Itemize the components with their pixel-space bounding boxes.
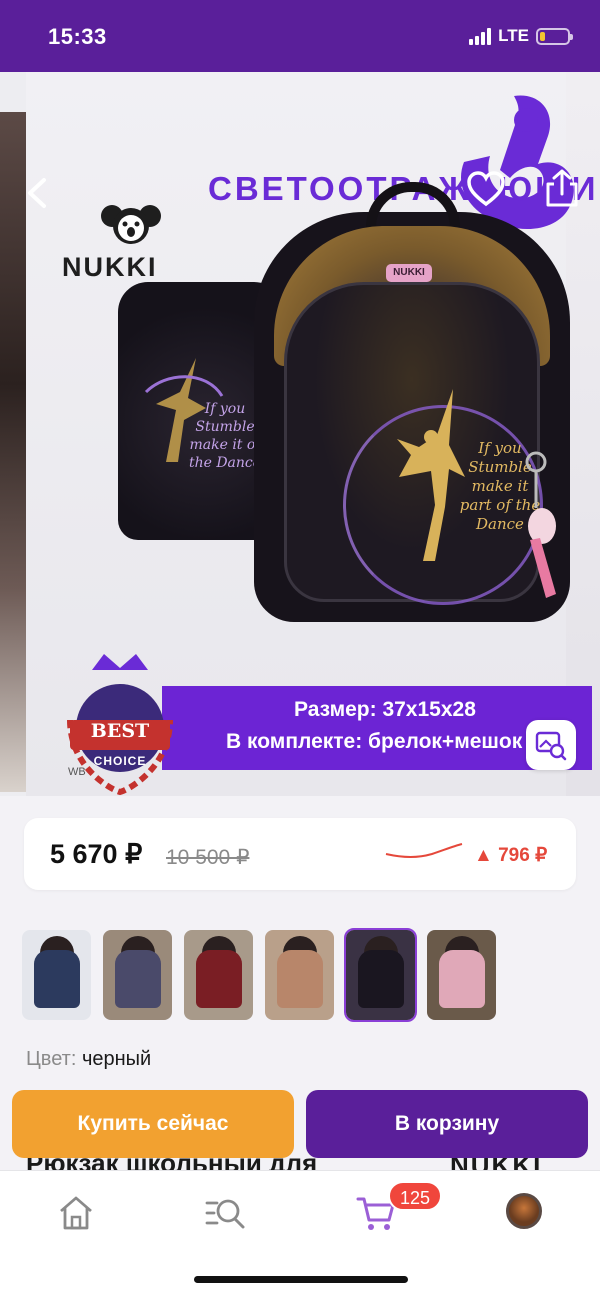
- thumbnail-backpack: [358, 950, 404, 1008]
- battery-level: [540, 31, 545, 41]
- status-bar: 15:33 LTE: [0, 0, 600, 72]
- backpack-tag: NUKKI: [386, 264, 432, 282]
- image-search-icon: [535, 731, 567, 761]
- thumbnail-backpack: [439, 950, 485, 1008]
- watermark: WB: [68, 766, 86, 778]
- thumbnail-6[interactable]: [427, 930, 496, 1020]
- thumbnail-4[interactable]: [265, 930, 334, 1020]
- thumbnail-strip: [22, 928, 496, 1022]
- product-image-carousel[interactable]: СВЕТООТРАЖАЮЩИЙ NUKKI If you Stumble mak…: [0, 72, 600, 796]
- price-trend-icon: [385, 843, 463, 858]
- home-indicator[interactable]: [194, 1276, 408, 1283]
- signal-icon: [469, 27, 492, 45]
- status-indicators: LTE: [469, 26, 573, 46]
- current-price: 5 670 ₽: [50, 839, 143, 869]
- profile-avatar: [506, 1193, 542, 1229]
- size-text: Размер: 37х15х28: [294, 698, 476, 721]
- best-label: BEST: [90, 720, 150, 742]
- color-label: Цвет:: [26, 1048, 77, 1070]
- keychain-icon: [525, 451, 556, 598]
- price-change: ▲ 796 ₽: [474, 845, 548, 866]
- kit-text: В комплекте: брелок+мешок: [226, 730, 523, 753]
- catalog-search-icon[interactable]: [205, 1193, 245, 1233]
- color-row: Цвет: черный: [26, 1048, 151, 1071]
- status-time: 15:33: [48, 24, 107, 49]
- brand-name: NUKKI: [62, 252, 158, 282]
- color-value: черный: [81, 1048, 152, 1070]
- product-page: 15:33 LTE СВЕТООТРАЖАЮЩИЙ NUKKI If you S…: [0, 0, 600, 1297]
- buy-now-button[interactable]: Купить сейчас: [12, 1090, 294, 1158]
- koala-logo-icon: [101, 205, 161, 244]
- share-icon[interactable]: [542, 168, 582, 208]
- backpack: If you Stumble make it part of the Dance…: [254, 182, 570, 622]
- add-to-cart-button[interactable]: В корзину: [306, 1090, 588, 1158]
- previous-image-peek: [0, 112, 26, 792]
- network-type: LTE: [498, 26, 529, 45]
- heart-icon[interactable]: [466, 170, 506, 210]
- profile-tab[interactable]: [506, 1193, 546, 1233]
- old-price: 10 500 ₽: [166, 846, 250, 869]
- visual-search-button[interactable]: [526, 720, 576, 770]
- thumbnail-1[interactable]: [22, 930, 91, 1020]
- thumbnail-2[interactable]: [103, 930, 172, 1020]
- thumbnail-backpack: [277, 950, 323, 1008]
- backpack-panel: If you Stumble make it part of the Dance: [284, 282, 543, 605]
- battery-icon: [536, 27, 573, 45]
- thumbnail-backpack: [115, 950, 161, 1008]
- cart-count-badge: 125: [388, 1181, 443, 1211]
- chevron-left-icon[interactable]: [22, 176, 56, 210]
- thumbnail-5[interactable]: [344, 928, 417, 1022]
- thumbnail-backpack: [196, 950, 242, 1008]
- price-card[interactable]: 5 670 ₽ 10 500 ₽ ▲ 796 ₽: [24, 818, 576, 890]
- home-icon[interactable]: [56, 1193, 96, 1233]
- thumbnail-backpack: [34, 950, 80, 1008]
- thumbnail-3[interactable]: [184, 930, 253, 1020]
- choice-label: CHOICE: [93, 754, 147, 768]
